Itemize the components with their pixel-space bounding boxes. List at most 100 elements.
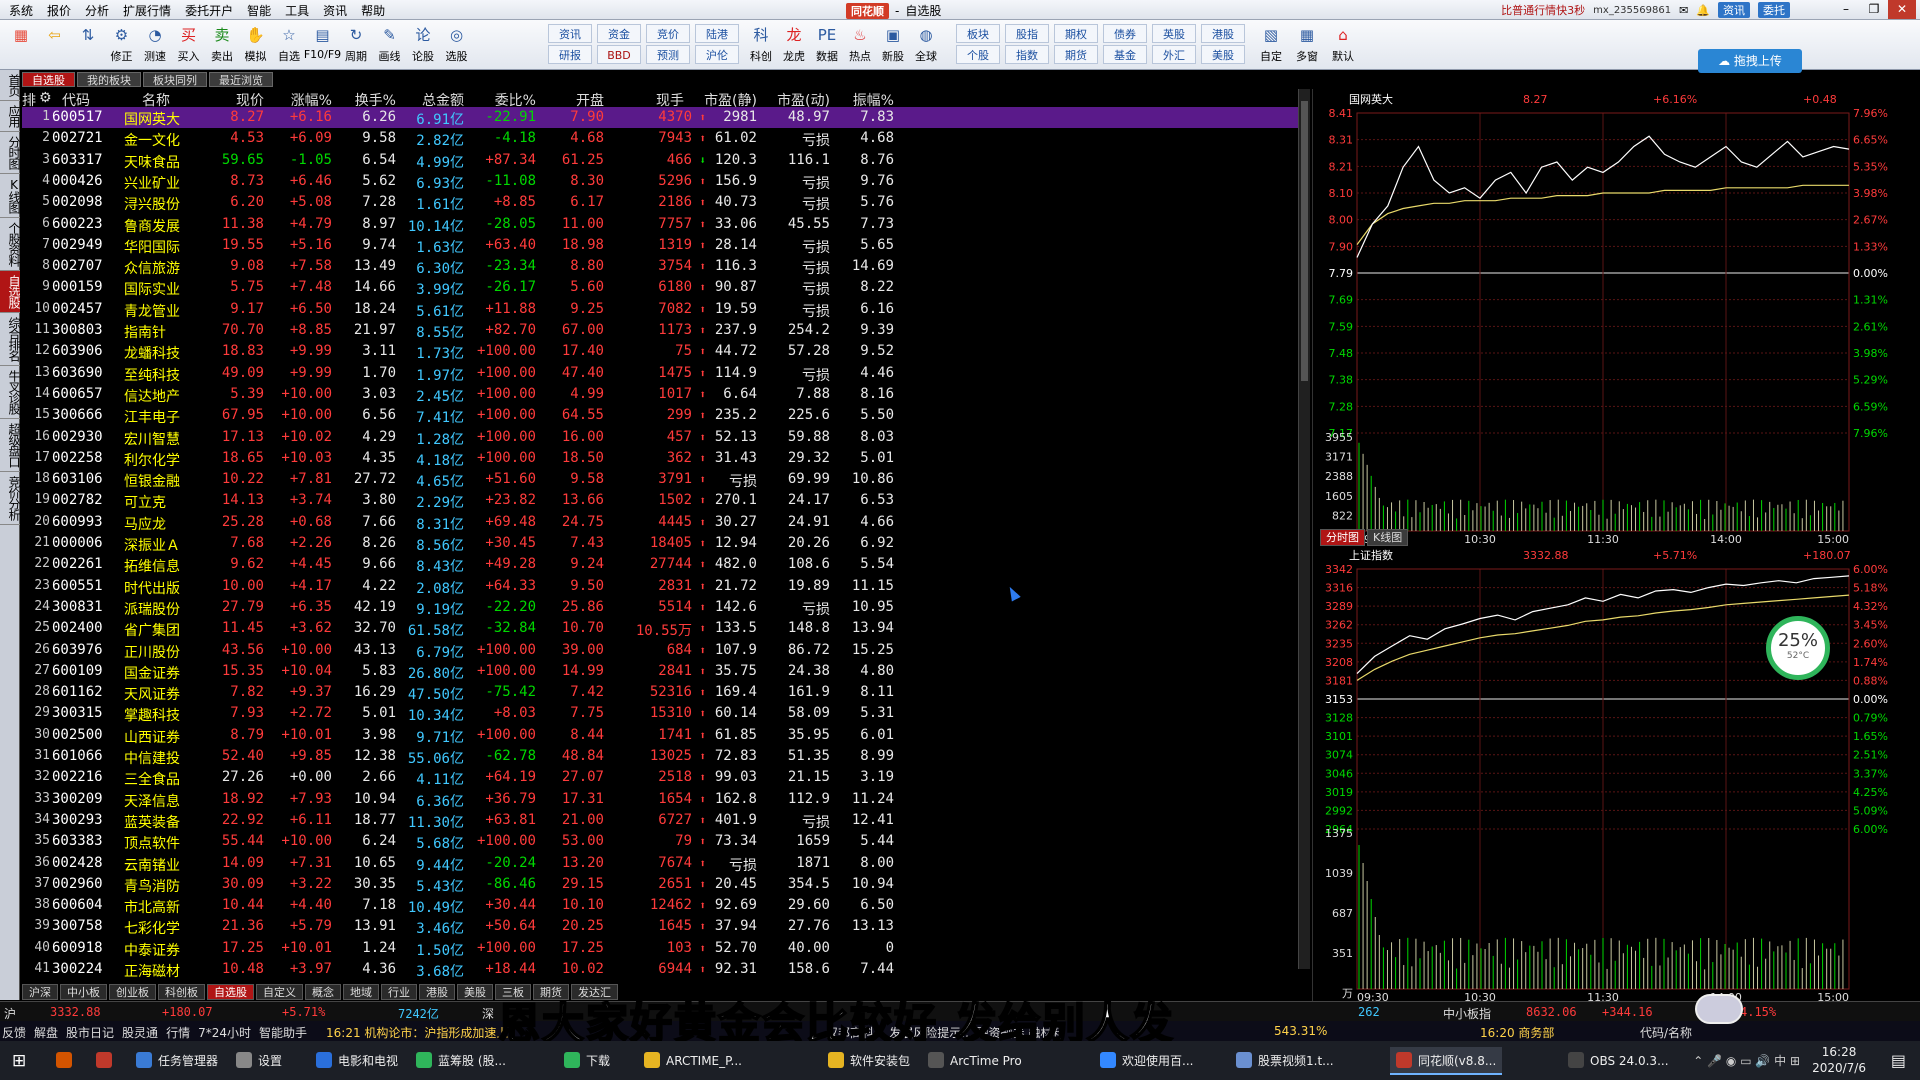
bell-icon[interactable]: 🔔 bbox=[1696, 4, 1710, 17]
taskbar-app-tonghuashun[interactable]: 同花顺(v8.8... bbox=[1390, 1047, 1503, 1075]
market-tab[interactable]: 自选股 bbox=[207, 984, 254, 1000]
market-tab[interactable]: 行业 bbox=[381, 984, 417, 1000]
market-tab[interactable]: 自定义 bbox=[256, 984, 303, 1000]
taskbar-app-task-manager[interactable]: 任务管理器 bbox=[130, 1047, 224, 1075]
left-tab[interactable]: 自选股 bbox=[0, 271, 21, 313]
toolbar-text-button[interactable]: 资讯 bbox=[548, 24, 592, 43]
news-nav-item[interactable]: 7*24小时 bbox=[198, 1026, 251, 1040]
market-tab[interactable]: 科创板 bbox=[158, 984, 205, 1000]
table-row[interactable]: 17 002258 利尔化学 18.65 +10.03 4.35 4.18亿 +100.00 1… bbox=[22, 448, 1298, 469]
left-tab[interactable]: 超级盘口 bbox=[0, 419, 21, 472]
toolbar-text-button[interactable]: 陆港 bbox=[695, 24, 739, 43]
code-search-box[interactable]: 代码/名称 bbox=[1640, 1024, 1692, 1041]
notification-icon[interactable]: ▤ bbox=[1891, 1051, 1906, 1070]
menu-item[interactable]: 报价 bbox=[46, 2, 72, 19]
table-row[interactable]: 25 002400 省广集团 11.45 +3.62 32.70 61.58亿 -32.84 1… bbox=[22, 618, 1298, 639]
left-tab[interactable]: 个股资料 bbox=[0, 218, 21, 271]
account-name[interactable]: mx_235569861 bbox=[1593, 5, 1671, 16]
toolbar-text-button[interactable]: 期权 bbox=[1054, 24, 1098, 43]
menu-item[interactable]: 扩展行情 bbox=[122, 2, 172, 19]
toolbar-grid-logo-button[interactable]: ▦ bbox=[6, 23, 36, 67]
table-row[interactable]: 16 002930 宏川智慧 17.13 +10.02 4.29 1.28亿 +100.00 1… bbox=[22, 427, 1298, 448]
table-row[interactable]: 26 603976 正川股份 43.56 +10.00 43.13 6.79亿 +100.00… bbox=[22, 640, 1298, 661]
table-row[interactable]: 9 000159 国际实业 5.75 +7.48 14.66 3.99亿 -26.17 5.60… bbox=[22, 277, 1298, 298]
table-row[interactable]: 39 300758 七彩化学 21.36 +5.79 13.91 3.46亿 +50.64 20… bbox=[22, 916, 1298, 937]
taskbar-app-wechat[interactable]: 蓝筹股 (股... bbox=[410, 1047, 512, 1075]
table-row[interactable]: 40 600918 中泰证券 17.25 +10.01 1.24 1.50亿 +100.00 1… bbox=[22, 938, 1298, 959]
news-headline[interactable]: 16:21 机构论市：沪指形成加速上 bbox=[326, 1024, 508, 1041]
toolbar-text-button[interactable]: 英股 bbox=[1152, 24, 1196, 43]
menu-item[interactable]: 帮助 bbox=[360, 2, 386, 19]
table-row[interactable]: 5 002098 浔兴股份 6.20 +5.08 7.28 1.61亿 +8.85 6.17 21… bbox=[22, 192, 1298, 213]
table-row[interactable]: 4 000426 兴业矿业 8.73 +6.46 5.62 6.93亿 -11.08 8.30 5… bbox=[22, 171, 1298, 192]
news-nav-item[interactable]: 智能助手 bbox=[259, 1026, 307, 1040]
taskbar-app-baidu[interactable]: 欢迎使用百... bbox=[1094, 1047, 1199, 1075]
table-row[interactable]: 32 002216 三全食品 27.26 +0.00 2.66 4.11亿 +64.19 27.… bbox=[22, 767, 1298, 788]
news-time-item[interactable]: 16:20 商务部 bbox=[1480, 1024, 1554, 1041]
news-nav-item[interactable]: 行情 bbox=[166, 1026, 190, 1040]
market-tab[interactable]: 创业板 bbox=[109, 984, 156, 1000]
taskbar-app-obs[interactable]: OBS 24.0.3... bbox=[1562, 1047, 1675, 1075]
close-icon[interactable]: ✕ bbox=[1888, 0, 1916, 19]
toolbar-text-button[interactable]: 竞价 bbox=[646, 24, 690, 43]
toolbar-globe-button[interactable]: ◍ 全球 bbox=[911, 23, 941, 67]
toolbar-text-button[interactable]: 个股 bbox=[956, 45, 1000, 64]
chart-tab[interactable]: 分时图 bbox=[1320, 529, 1365, 546]
tab-3[interactable]: 最近浏览 bbox=[209, 72, 273, 87]
table-row[interactable]: 13 603690 至纯科技 49.09 +9.99 1.70 1.97亿 +100.00 47… bbox=[22, 363, 1298, 384]
table-row[interactable]: 7 002949 华阳国际 19.55 +5.16 9.74 1.63亿 +63.40 18.9… bbox=[22, 235, 1298, 256]
table-row[interactable]: 31 601066 中信建投 52.40 +9.85 12.38 55.06亿 -62.78 4… bbox=[22, 746, 1298, 767]
taskbar-app-settings[interactable]: 设置 bbox=[230, 1047, 288, 1075]
table-row[interactable]: 2 002721 金一文化 4.53 +6.09 9.58 2.82亿 -4.18 4.68 79… bbox=[22, 128, 1298, 149]
taskbar-clock[interactable]: 16:28 2020/7/6 bbox=[1812, 1044, 1866, 1076]
left-tab[interactable]: 分时图 bbox=[0, 132, 21, 174]
menu-item[interactable]: 委托开户 bbox=[184, 2, 234, 19]
toolbar-text-button[interactable]: 股指 bbox=[1005, 24, 1049, 43]
left-tab[interactable]: 牛叉诊股 bbox=[0, 366, 21, 419]
toolbar-text-button[interactable]: 板块 bbox=[956, 24, 1000, 43]
table-row[interactable]: 28 601162 天风证券 7.82 +9.37 16.29 47.50亿 -75.42 7.… bbox=[22, 682, 1298, 703]
taskbar-app-folder[interactable]: 软件安装包 bbox=[822, 1047, 916, 1075]
left-tab[interactable]: 首页 bbox=[0, 70, 21, 101]
table-row[interactable]: 30 002500 山西证券 8.79 +10.01 3.98 9.71亿 +100.00 8.… bbox=[22, 725, 1298, 746]
scrollbar-thumb[interactable] bbox=[1301, 101, 1308, 381]
left-tab[interactable]: K线图 bbox=[0, 174, 21, 218]
market-tab[interactable]: 美股 bbox=[457, 984, 493, 1000]
table-row[interactable]: 8 002707 众信旅游 9.08 +7.58 13.49 6.30亿 -23.34 8.80… bbox=[22, 256, 1298, 277]
left-tab[interactable]: 应用 bbox=[0, 101, 21, 132]
table-row[interactable]: 22 002261 拓维信息 9.62 +4.45 9.66 8.43亿 +49.28 9.24… bbox=[22, 554, 1298, 575]
market-tab[interactable]: 港股 bbox=[419, 984, 455, 1000]
toolbar-text-button[interactable]: 研报 bbox=[548, 45, 592, 64]
toolbar-text-button[interactable]: 债券 bbox=[1103, 24, 1147, 43]
table-row[interactable]: 19 002782 可立克 14.13 +3.74 3.80 2.29亿 +23.82 13.6… bbox=[22, 490, 1298, 511]
tab-2[interactable]: 板块同列 bbox=[143, 72, 207, 87]
drag-upload-button[interactable]: ☁ 拖拽上传 bbox=[1698, 49, 1802, 73]
table-row[interactable]: 24 300831 派瑞股份 27.79 +6.35 42.19 9.19亿 -22.20 25… bbox=[22, 597, 1298, 618]
toolbar-text-button[interactable]: 期货 bbox=[1054, 45, 1098, 64]
tab-0[interactable]: 自选股 bbox=[22, 72, 75, 87]
table-row[interactable]: 21 000006 深振业Ａ 7.68 +2.26 8.26 8.56亿 +30.45 7.43… bbox=[22, 533, 1298, 554]
windows-start-icon[interactable]: ⊞ bbox=[12, 1051, 26, 1071]
toolbar-text-button[interactable]: 基金 bbox=[1103, 45, 1147, 64]
tab-1[interactable]: 我的板块 bbox=[77, 72, 141, 87]
market-tab[interactable]: 地域 bbox=[343, 984, 379, 1000]
toolbar-text-button[interactable]: 指数 bbox=[1005, 45, 1049, 64]
promo-link[interactable]: 比普通行情快3秒 bbox=[1501, 2, 1585, 18]
toolbar-back-arrow-button[interactable]: ⇦ bbox=[40, 23, 70, 67]
taskbar-app-arctime[interactable]: ArcTime Pro bbox=[922, 1047, 1028, 1075]
menu-item[interactable]: 分析 bbox=[84, 2, 110, 19]
toolbar-pick-stock-button[interactable]: ◎ 选股 bbox=[442, 23, 472, 67]
market-tab[interactable]: 沪深 bbox=[22, 984, 58, 1000]
table-row[interactable]: 23 600551 时代出版 10.00 +4.17 4.22 2.08亿 +64.33 9.5… bbox=[22, 576, 1298, 597]
table-row[interactable]: 29 300315 掌趣科技 7.93 +2.72 5.01 10.34亿 +8.03 7.75… bbox=[22, 703, 1298, 724]
chart-tab[interactable]: K线图 bbox=[1367, 529, 1409, 546]
table-row[interactable]: 20 600993 马应龙 25.28 +0.68 7.66 8.31亿 +69.48 24.7… bbox=[22, 512, 1298, 533]
mail-icon[interactable]: ✉ bbox=[1679, 4, 1688, 17]
table-row[interactable]: 33 300209 天泽信息 18.92 +7.93 10.94 6.36亿 +36.79 17… bbox=[22, 789, 1298, 810]
table-row[interactable]: 18 603106 恒银金融 10.22 +7.81 27.72 4.65亿 +51.60 9.… bbox=[22, 469, 1298, 490]
toolbar-multi-window-button[interactable]: ▦ 多窗 bbox=[1292, 23, 1322, 67]
toolbar-custom-button[interactable]: ▧ 自定 bbox=[1256, 23, 1286, 67]
menu-item[interactable]: 智能 bbox=[246, 2, 272, 19]
menu-item[interactable]: 资讯 bbox=[322, 2, 348, 19]
toolbar-text-button[interactable]: 资金 bbox=[597, 24, 641, 43]
